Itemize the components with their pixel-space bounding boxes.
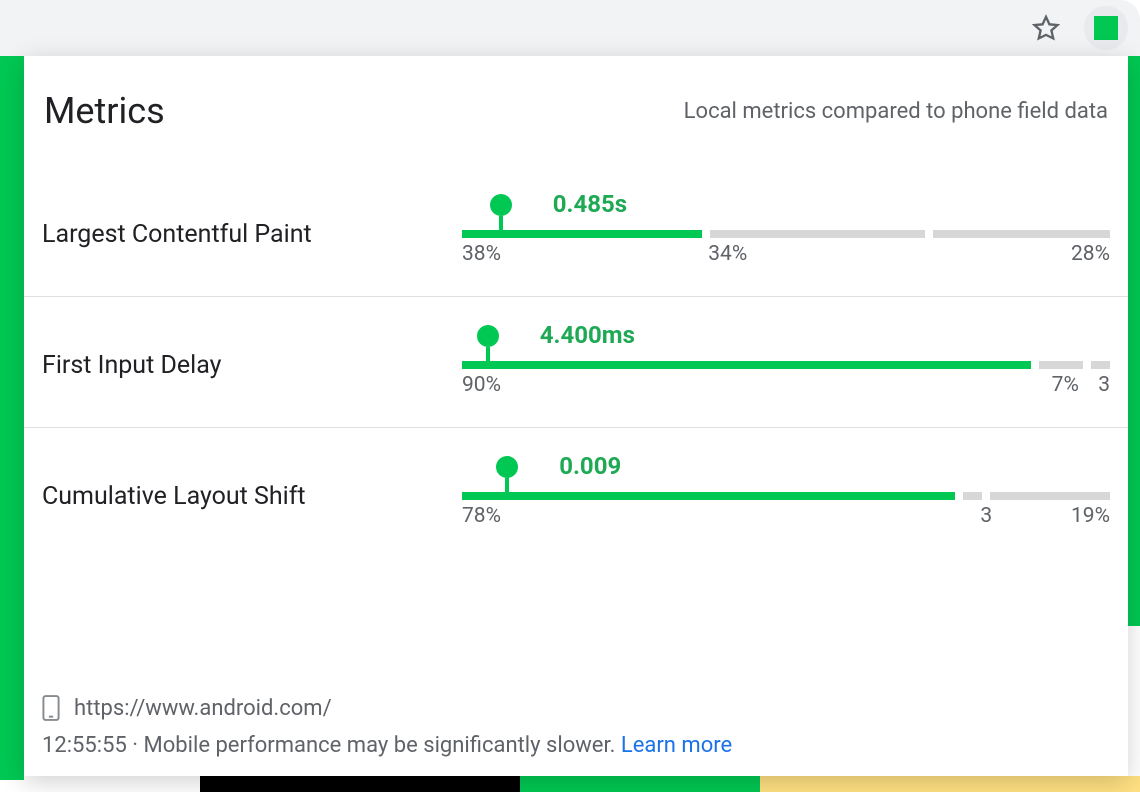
distribution-labels: 90% 7% 3 bbox=[462, 373, 1110, 397]
local-value-marker bbox=[496, 456, 518, 500]
phone-icon bbox=[42, 695, 60, 721]
distribution-segment bbox=[963, 492, 982, 500]
distribution-segment-label: 38% bbox=[462, 242, 501, 266]
marker-stem-icon bbox=[505, 478, 509, 500]
distribution-segment-label: 28% bbox=[1071, 242, 1110, 266]
web-vitals-extension-button[interactable] bbox=[1084, 6, 1128, 50]
marker-dot-icon bbox=[490, 194, 512, 216]
metric-row: First Input Delay 90% 7% 3 4.400ms bbox=[24, 297, 1128, 428]
distribution-segment bbox=[1039, 361, 1083, 369]
panel-footer: https://www.android.com/ 12:55:55 · Mobi… bbox=[24, 695, 1128, 776]
bg-accent-bottom bbox=[200, 776, 1140, 792]
distribution-segment-label: 7% bbox=[1052, 373, 1079, 397]
bookmark-button[interactable] bbox=[1024, 6, 1068, 50]
footer-warning: Mobile performance may be significantly … bbox=[144, 733, 621, 758]
metric-row: Cumulative Layout Shift 78% 3 19% 0.009 bbox=[24, 428, 1128, 558]
footer-status-row: 12:55:55 · Mobile performance may be sig… bbox=[42, 733, 1110, 758]
distribution-bars bbox=[462, 361, 1110, 369]
metric-local-value: 4.400ms bbox=[540, 321, 635, 349]
distribution-bars bbox=[462, 230, 1110, 238]
panel-header: Metrics Local metrics compared to phone … bbox=[24, 90, 1128, 166]
metric-distribution-chart: 78%319%0.009 bbox=[462, 462, 1110, 530]
distribution-labels: 38% 34% 28% bbox=[462, 242, 1110, 266]
distribution-segment bbox=[710, 230, 925, 238]
metric-local-value: 0.485s bbox=[553, 190, 627, 218]
footer-url-row: https://www.android.com/ bbox=[42, 695, 1110, 721]
metric-name: First Input Delay bbox=[42, 351, 422, 380]
footer-url: https://www.android.com/ bbox=[74, 696, 332, 721]
marker-stem-icon bbox=[499, 216, 503, 238]
panel-title: Metrics bbox=[44, 90, 165, 132]
footer-separator: · bbox=[127, 733, 144, 758]
metric-local-value: 0.009 bbox=[559, 452, 621, 480]
marker-stem-icon bbox=[486, 347, 490, 369]
metric-row: Largest Contentful Paint 38% 34% 28% 0.485s bbox=[24, 166, 1128, 297]
distribution-segment bbox=[462, 361, 1031, 369]
extension-status-icon bbox=[1094, 16, 1118, 40]
metric-distribution-chart: 38%34%28%0.485s bbox=[462, 200, 1110, 268]
bg-accent-left bbox=[0, 56, 24, 780]
web-vitals-panel: Metrics Local metrics compared to phone … bbox=[24, 56, 1128, 776]
metric-name: Largest Contentful Paint bbox=[42, 220, 422, 249]
footer-timestamp: 12:55:55 bbox=[42, 733, 127, 758]
distribution-segment-label: 90% bbox=[462, 373, 501, 397]
distribution-segment-label: 3 bbox=[1098, 373, 1110, 397]
local-value-marker bbox=[490, 194, 512, 238]
distribution-labels: 78% 3 19% bbox=[462, 504, 1110, 528]
distribution-segment bbox=[990, 492, 1110, 500]
distribution-segment-label: 19% bbox=[1071, 504, 1110, 528]
distribution-bars bbox=[462, 492, 1110, 500]
distribution-segment bbox=[462, 492, 955, 500]
distribution-segment-label: 78% bbox=[462, 504, 501, 528]
browser-toolbar bbox=[0, 0, 1140, 56]
metric-distribution-chart: 90%7%34.400ms bbox=[462, 331, 1110, 399]
local-value-marker bbox=[477, 325, 499, 369]
panel-subtitle: Local metrics compared to phone field da… bbox=[684, 99, 1108, 124]
distribution-segment-label: 34% bbox=[708, 242, 747, 266]
marker-dot-icon bbox=[496, 456, 518, 478]
bg-accent-right bbox=[1126, 56, 1140, 626]
metric-name: Cumulative Layout Shift bbox=[42, 482, 422, 511]
star-outline-icon bbox=[1032, 14, 1060, 42]
distribution-segment bbox=[1091, 361, 1110, 369]
distribution-segment bbox=[933, 230, 1110, 238]
distribution-segment-label: 3 bbox=[980, 504, 992, 528]
learn-more-link[interactable]: Learn more bbox=[621, 733, 732, 758]
marker-dot-icon bbox=[477, 325, 499, 347]
